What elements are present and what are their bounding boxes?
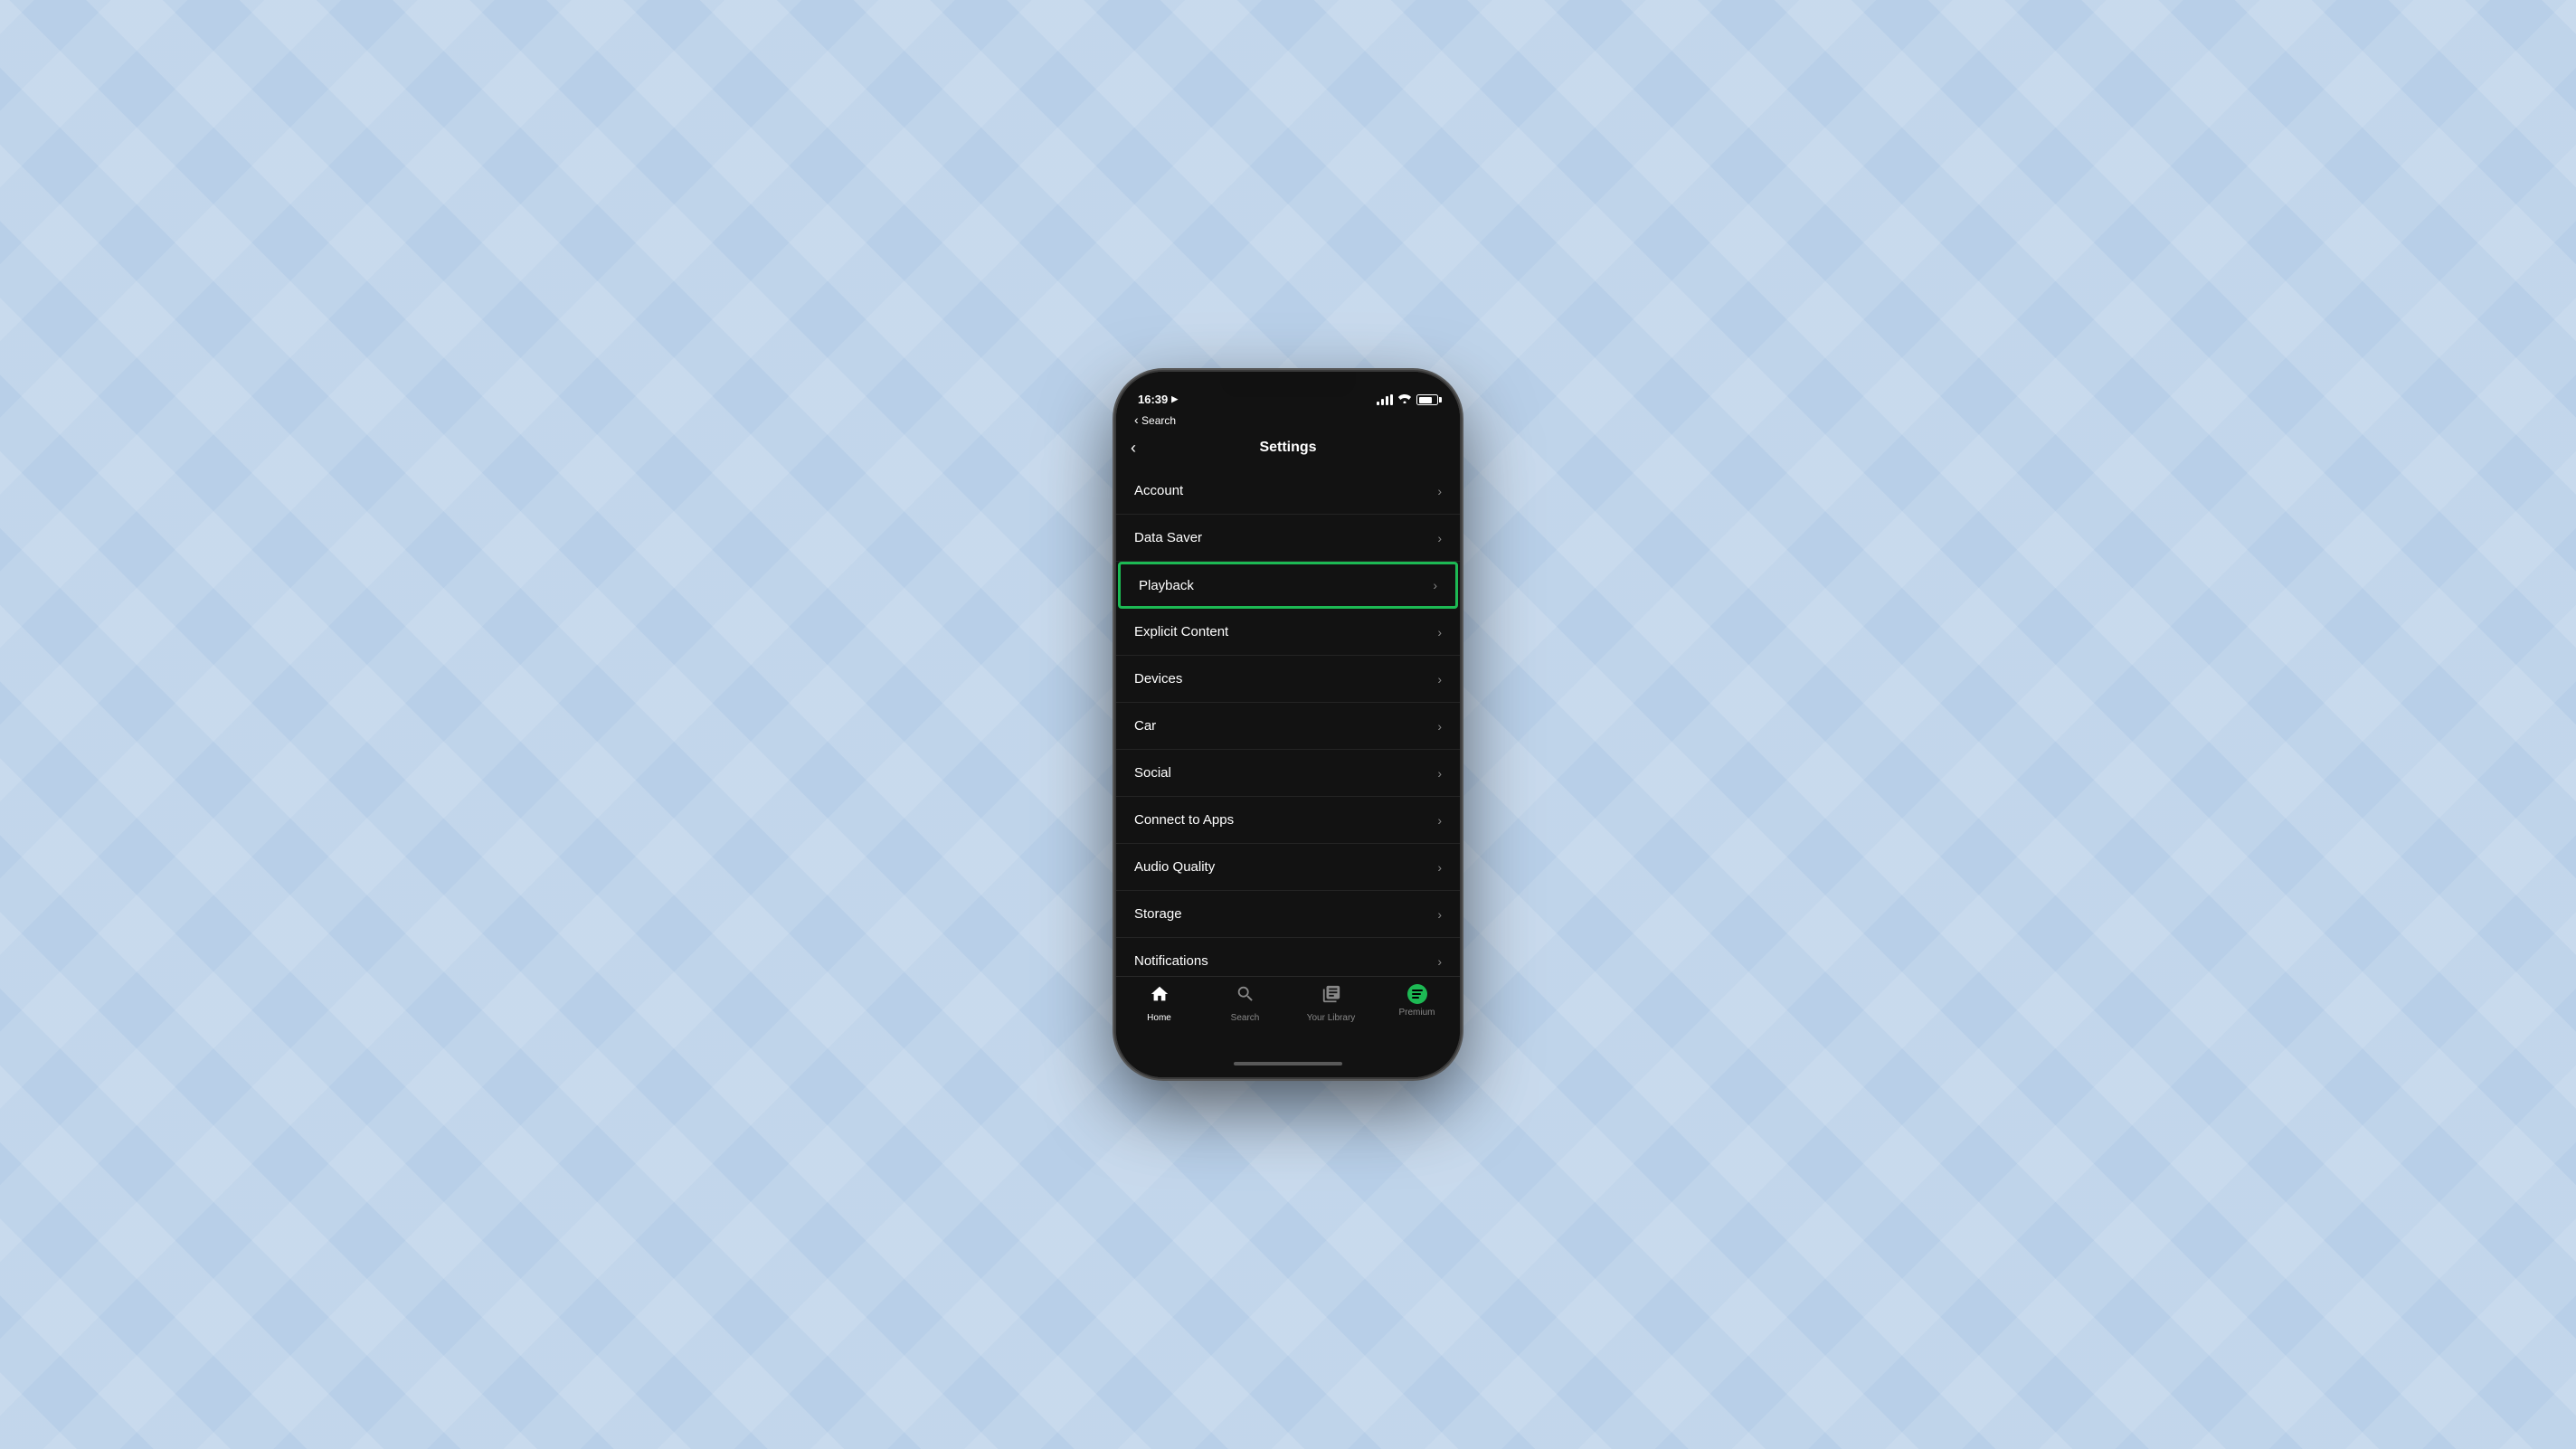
time-display: 16:39 [1138, 393, 1168, 406]
back-chevron-icon: ‹ [1131, 440, 1136, 456]
settings-item-explicit-content-label: Explicit Content [1134, 624, 1228, 639]
nav-bar: ‹ Settings [1116, 428, 1460, 468]
settings-item-explicit-content[interactable]: Explicit Content › [1116, 609, 1460, 656]
settings-item-audio-quality-label: Audio Quality [1134, 859, 1215, 875]
status-time: 16:39 ▶ [1138, 393, 1178, 406]
settings-item-car[interactable]: Car › [1116, 703, 1460, 750]
signal-icon [1377, 394, 1393, 405]
settings-item-devices[interactable]: Devices › [1116, 656, 1460, 703]
chevron-right-icon: › [1437, 813, 1442, 828]
tab-home-label: Home [1147, 1013, 1171, 1023]
settings-item-playback[interactable]: Playback › [1118, 562, 1458, 609]
settings-item-notifications[interactable]: Notifications › [1116, 938, 1460, 976]
home-bar [1234, 1062, 1342, 1065]
chevron-right-icon: › [1437, 531, 1442, 545]
chevron-right-icon: › [1437, 907, 1442, 922]
battery-icon [1416, 394, 1438, 405]
chevron-right-icon: › [1437, 954, 1442, 969]
settings-item-car-label: Car [1134, 718, 1156, 734]
chevron-right-icon: › [1437, 719, 1442, 734]
tab-bar: Home Search [1116, 976, 1460, 1050]
settings-item-account-label: Account [1134, 483, 1183, 498]
chevron-right-icon: › [1437, 625, 1442, 639]
settings-list: Account › Data Saver › Playback › Explic… [1116, 468, 1460, 976]
back-hint-label: Search [1141, 414, 1176, 427]
tab-your-library[interactable]: Your Library [1288, 984, 1374, 1023]
wifi-icon [1398, 393, 1411, 406]
chevron-right-icon: › [1437, 860, 1442, 875]
settings-item-devices-label: Devices [1134, 671, 1182, 687]
search-icon [1236, 984, 1255, 1009]
tab-premium[interactable]: Premium [1374, 984, 1460, 1018]
tab-search-label: Search [1231, 1013, 1260, 1023]
settings-item-account[interactable]: Account › [1116, 468, 1460, 515]
phone-shell: 16:39 ▶ [1116, 372, 1460, 1077]
back-hint-text: ‹ Search [1134, 412, 1176, 427]
home-indicator [1116, 1050, 1460, 1077]
tab-home[interactable]: Home [1116, 984, 1202, 1023]
back-hint-bar: ‹ Search [1116, 412, 1460, 428]
settings-item-connect-to-apps-label: Connect to Apps [1134, 812, 1234, 828]
nav-title: Settings [1259, 440, 1316, 456]
settings-item-playback-label: Playback [1139, 578, 1194, 593]
chevron-right-icon: › [1437, 484, 1442, 498]
settings-item-notifications-label: Notifications [1134, 953, 1208, 969]
settings-item-storage-label: Storage [1134, 906, 1182, 922]
chevron-right-icon: › [1437, 766, 1442, 781]
screen: 16:39 ▶ [1116, 372, 1460, 1077]
settings-item-audio-quality[interactable]: Audio Quality › [1116, 844, 1460, 891]
notch [1220, 372, 1356, 397]
chevron-right-icon: › [1433, 578, 1437, 592]
settings-item-data-saver-label: Data Saver [1134, 530, 1202, 545]
status-icons [1377, 393, 1438, 406]
library-icon [1321, 984, 1341, 1009]
chevron-right-icon: › [1437, 672, 1442, 687]
settings-item-data-saver[interactable]: Data Saver › [1116, 515, 1460, 562]
spotify-premium-icon [1407, 984, 1427, 1004]
back-button[interactable]: ‹ [1131, 440, 1136, 456]
settings-item-connect-to-apps[interactable]: Connect to Apps › [1116, 797, 1460, 844]
tab-your-library-label: Your Library [1307, 1013, 1356, 1023]
settings-item-storage[interactable]: Storage › [1116, 891, 1460, 938]
tab-premium-label: Premium [1398, 1008, 1435, 1018]
settings-item-social-label: Social [1134, 765, 1171, 781]
tab-search[interactable]: Search [1202, 984, 1288, 1023]
location-icon: ▶ [1171, 394, 1178, 404]
home-icon [1150, 984, 1170, 1009]
settings-item-social[interactable]: Social › [1116, 750, 1460, 797]
